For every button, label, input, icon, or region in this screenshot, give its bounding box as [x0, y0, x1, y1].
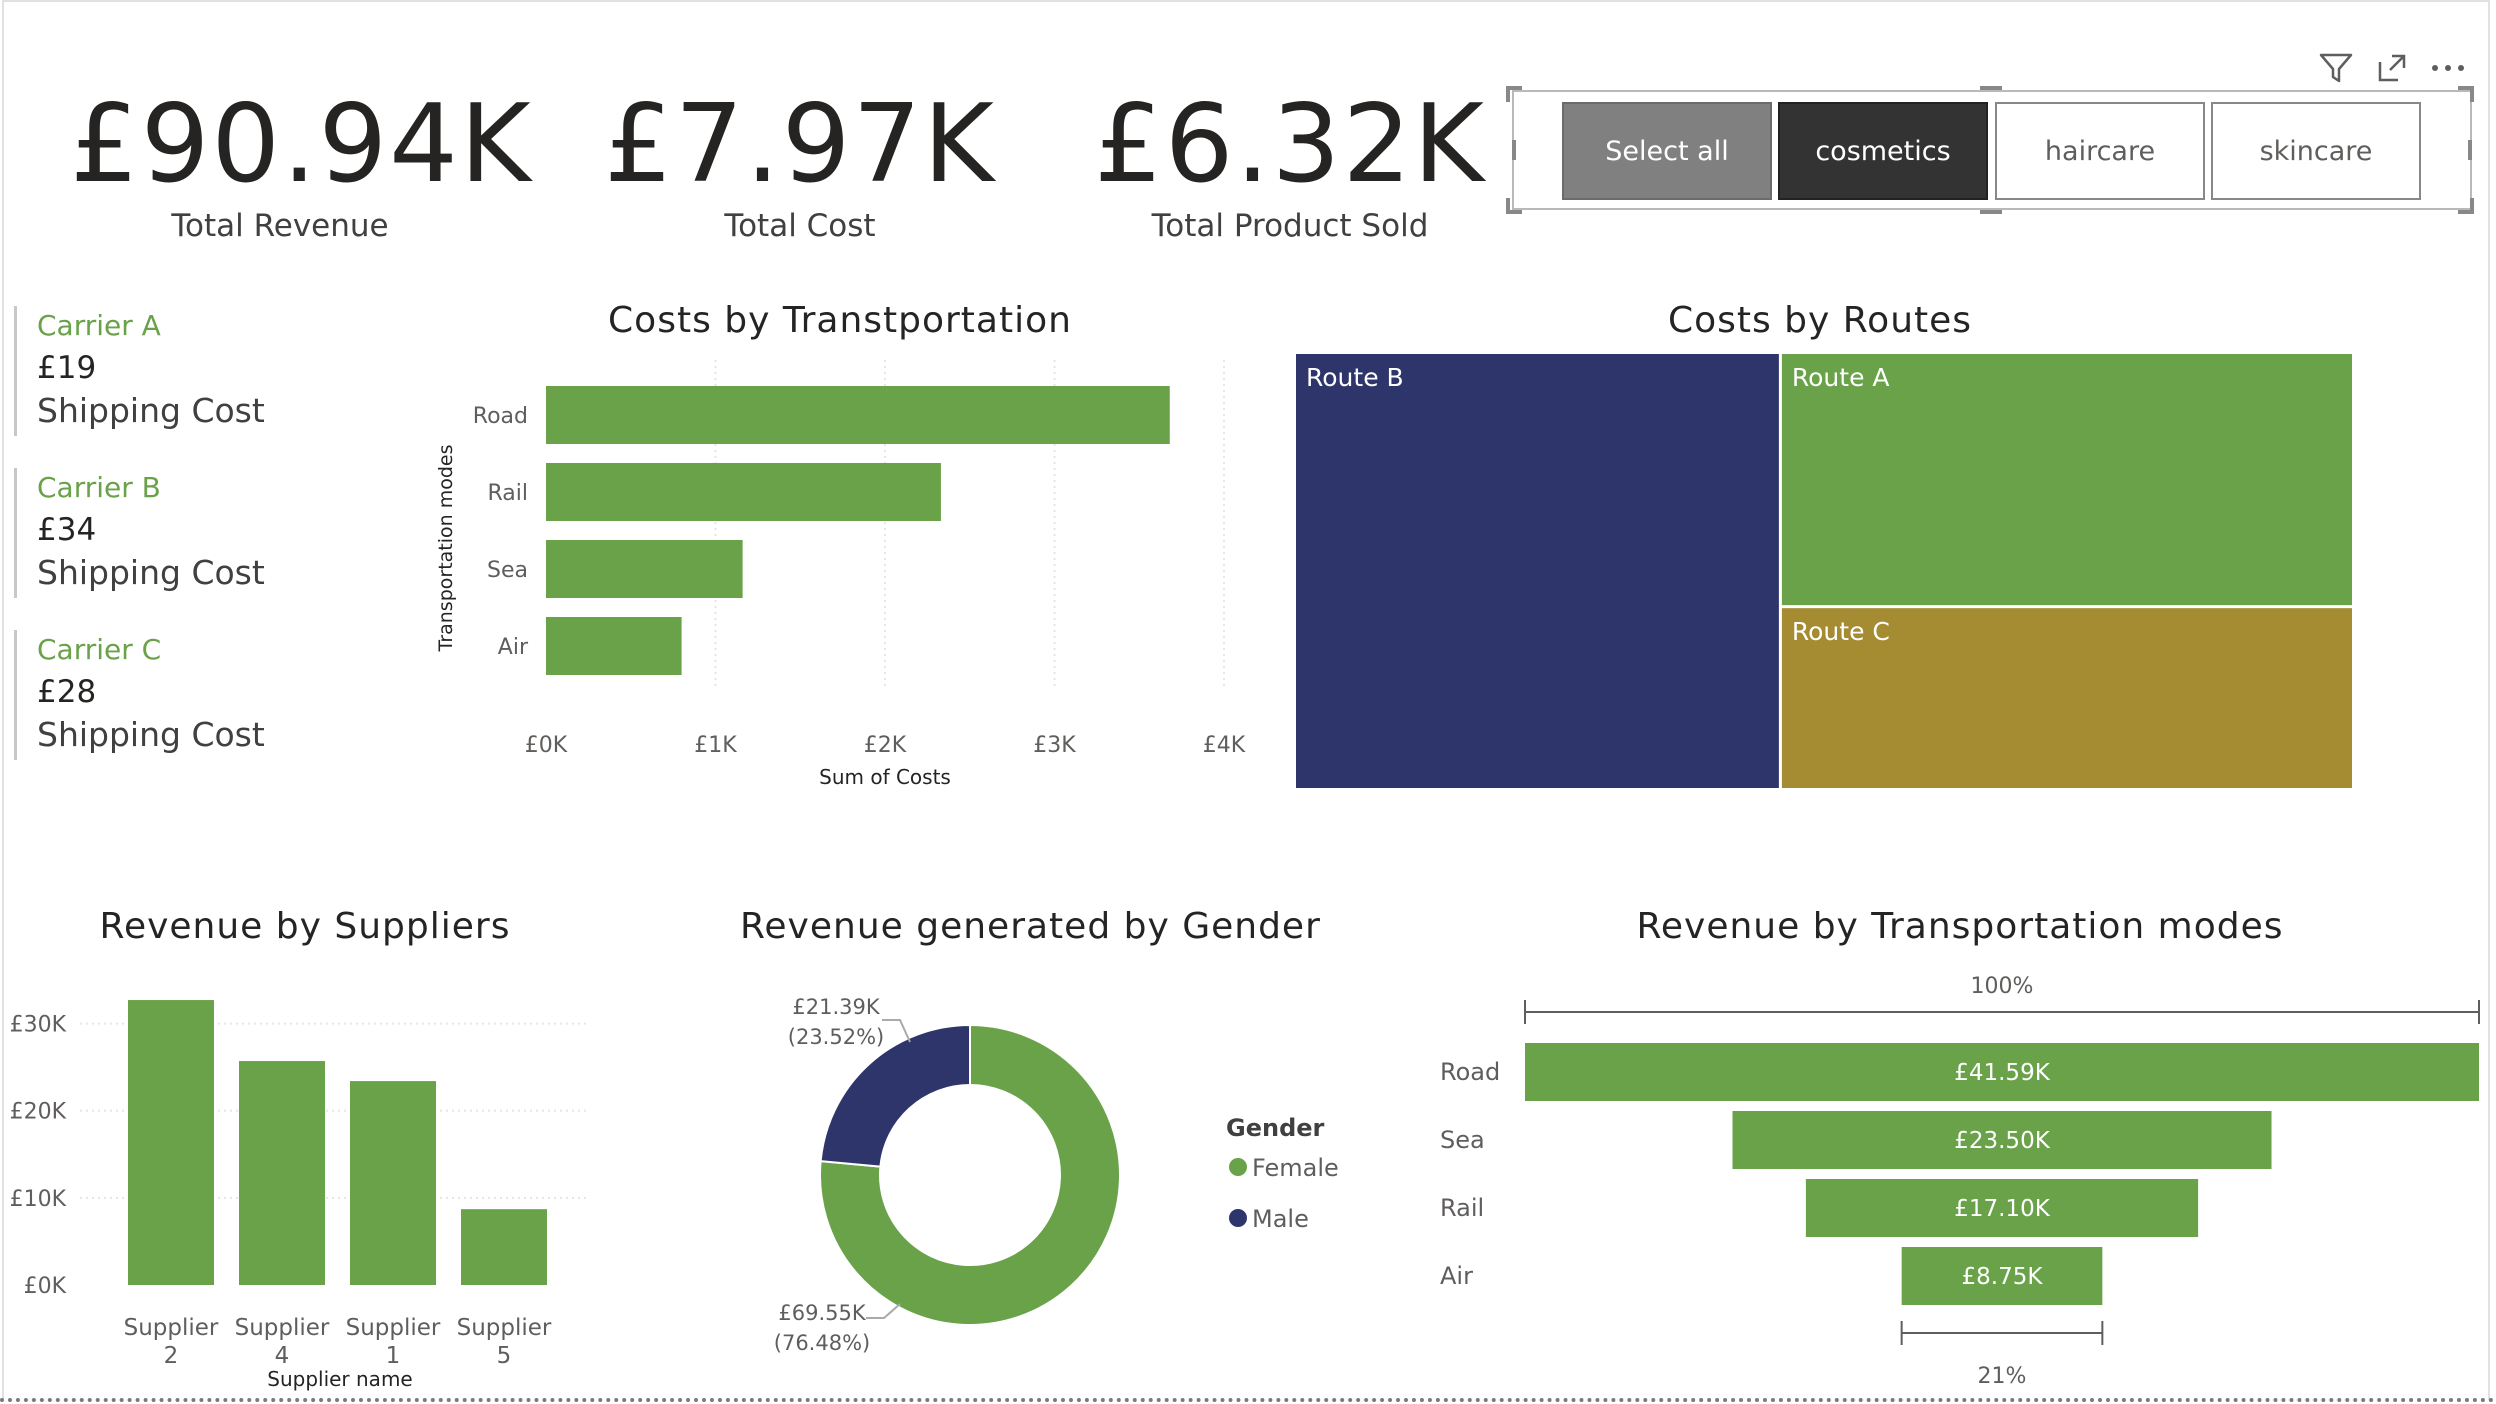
revenue-by-transportation-funnel: 100% £41.59K Road £23.50K Sea £17.10K Rail £8.7…	[1440, 974, 2480, 1389]
legend-item: Male	[1252, 1205, 1309, 1233]
y-tick-label: Air	[498, 635, 529, 660]
resize-handle[interactable]	[1512, 140, 1516, 160]
funnel-category-label: Road	[1440, 1058, 1500, 1086]
carrier-card-c: Carrier C £28 Shipping Cost	[14, 630, 354, 760]
kpi-total-cost-value: £7.97K	[603, 82, 996, 207]
legend-title: Gender	[1226, 1114, 1325, 1142]
chart-title-costs-by-transportation: Costs by Transtportation	[608, 300, 1072, 341]
carrier-cost-label: Shipping Cost	[37, 391, 265, 430]
leader-line	[866, 1303, 901, 1319]
carrier-card-b: Carrier B £34 Shipping Cost	[14, 468, 354, 598]
legend-marker	[1229, 1209, 1247, 1227]
data-label: (76.48%)	[774, 1331, 870, 1355]
bar	[546, 463, 941, 521]
y-tick-label: Rail	[487, 481, 528, 506]
costs-by-transportation-chart: £0K £1K £2K £3K £4K Road Rail Sea Air Sum of Cost…	[435, 360, 1246, 789]
x-tick-label: Supplier 5	[457, 1315, 552, 1369]
carrier-cost-label: Shipping Cost	[37, 553, 265, 592]
bar	[546, 540, 743, 598]
funnel-bar-label: £23.50K	[1954, 1128, 2050, 1154]
y-tick-label: £10K	[10, 1187, 67, 1212]
x-tick-label: £0K	[525, 733, 568, 758]
x-axis-title: Supplier name	[267, 1367, 412, 1391]
page-bottom-border	[0, 1398, 2496, 1402]
y-tick-label: £20K	[10, 1100, 67, 1125]
revenue-by-gender-donut: £21.39K (23.52%) £69.55K (76.48%) Gender Fema…	[774, 995, 1339, 1355]
x-axis-title: Sum of Costs	[819, 765, 951, 789]
kpi-total-revenue-label: Total Revenue	[171, 208, 389, 244]
x-tick-label: £1K	[694, 733, 737, 758]
bar	[546, 617, 682, 675]
legend-item: Female	[1252, 1154, 1339, 1182]
funnel-bar-label: £41.59K	[1954, 1060, 2050, 1086]
funnel-category-label: Sea	[1440, 1126, 1485, 1154]
funnel-top-percent: 100%	[1971, 974, 2034, 999]
costs-by-routes-treemap: Route B Route A Route C	[1296, 354, 2352, 788]
bar	[239, 1061, 325, 1285]
resize-handle[interactable]	[2470, 86, 2474, 102]
x-tick-label: £3K	[1033, 733, 1076, 758]
kpi-total-product-sold-label: Total Product Sold	[1151, 208, 1429, 244]
bar	[546, 386, 1170, 444]
bar	[128, 1000, 214, 1285]
x-tick-label: £2K	[864, 733, 907, 758]
resize-handle[interactable]	[2468, 140, 2472, 160]
focus-mode-icon[interactable]	[2372, 48, 2412, 88]
treemap-tile-label: Route C	[1792, 617, 1890, 646]
resize-handle[interactable]	[1980, 86, 2002, 90]
resize-handle[interactable]	[1506, 198, 1510, 214]
carrier-name: Carrier C	[37, 633, 162, 666]
treemap-tile-label: Route B	[1306, 363, 1404, 392]
x-tick-label: Supplier 2	[124, 1315, 219, 1369]
report-canvas: £90.94K Total Revenue £7.97K Total Cost …	[0, 0, 2496, 1404]
funnel-bar-label: £17.10K	[1954, 1196, 2050, 1222]
funnel-category-label: Rail	[1440, 1194, 1484, 1222]
more-options-icon[interactable]	[2428, 48, 2468, 88]
filter-icon[interactable]	[2316, 48, 2356, 88]
slicer-option-select-all[interactable]: Select all	[1562, 102, 1772, 200]
y-tick-label: £30K	[10, 1013, 67, 1038]
resize-handle[interactable]	[1506, 86, 1510, 102]
x-tick-label: Supplier 1	[346, 1315, 441, 1369]
data-label: £21.39K	[792, 995, 880, 1019]
chart-title-revenue-by-transportation-modes: Revenue by Transportation modes	[1636, 906, 2284, 947]
resize-handle[interactable]	[1980, 210, 2002, 214]
data-label: £69.55K	[778, 1301, 866, 1325]
y-axis-title: Transportation modes	[435, 444, 457, 652]
data-label: (23.52%)	[788, 1025, 884, 1049]
kpi-total-product-sold-value: £6.32K	[1093, 82, 1486, 207]
x-tick-label: £4K	[1203, 733, 1246, 758]
funnel-category-label: Air	[1440, 1262, 1473, 1290]
y-tick-label: Sea	[487, 558, 528, 583]
kpi-total-revenue-value: £90.94K	[70, 82, 533, 207]
chart-title-costs-by-routes: Costs by Routes	[1667, 300, 1973, 341]
revenue-by-suppliers-chart: £0K£10K£20K£30KSupplier 2Supplier 4Supplie…	[10, 1000, 590, 1391]
slicer-option-haircare[interactable]: haircare	[1995, 102, 2205, 200]
kpi-total-cost-label: Total Cost	[724, 208, 876, 244]
resize-handle[interactable]	[2470, 198, 2474, 214]
carrier-name: Carrier B	[37, 471, 161, 504]
x-tick-label: Supplier 4	[235, 1315, 330, 1369]
carrier-shipping-cost: £28	[37, 674, 97, 710]
slicer-option-skincare[interactable]: skincare	[2211, 102, 2421, 200]
carrier-name: Carrier A	[37, 309, 161, 342]
carrier-shipping-cost: £34	[37, 512, 97, 548]
funnel-bottom-percent: 21%	[1978, 1364, 2027, 1389]
carrier-shipping-cost: £19	[37, 350, 97, 386]
carrier-cost-label: Shipping Cost	[37, 715, 265, 754]
slicer-option-cosmetics[interactable]: cosmetics	[1778, 102, 1988, 200]
chart-title-revenue-by-gender: Revenue generated by Gender	[740, 906, 1321, 947]
funnel-bar-label: £8.75K	[1962, 1264, 2044, 1290]
treemap-tile	[1296, 354, 1779, 788]
bar	[350, 1081, 436, 1285]
chart-title-revenue-by-suppliers: Revenue by Suppliers	[99, 906, 511, 947]
y-tick-label: £0K	[24, 1274, 67, 1299]
legend-marker	[1229, 1158, 1247, 1176]
y-tick-label: Road	[473, 404, 528, 429]
treemap-tile-label: Route A	[1792, 363, 1890, 392]
bar	[461, 1209, 547, 1285]
carrier-card-a: Carrier A £19 Shipping Cost	[14, 306, 354, 436]
